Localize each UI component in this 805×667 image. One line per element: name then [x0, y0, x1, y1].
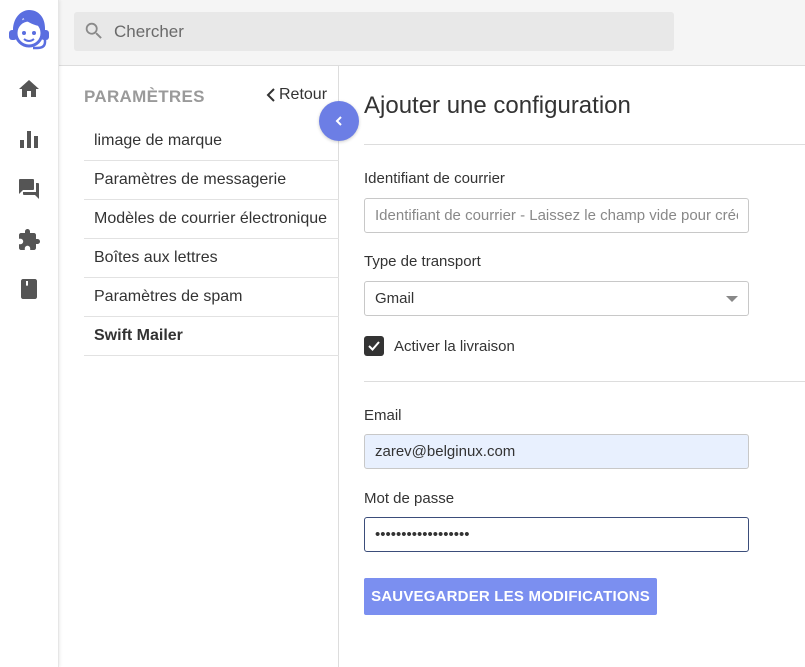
nav-rail — [0, 0, 59, 667]
sidebar-item-swift-mailer[interactable]: Swift Mailer — [84, 317, 339, 356]
mail-id-label: Identifiant de courrier — [364, 170, 505, 187]
sidebar-title: PARAMÈTRES — [84, 87, 205, 106]
divider — [364, 381, 805, 382]
save-button[interactable]: SAUVEGARDER LES MODIFICATIONS — [364, 578, 657, 615]
email-input[interactable] — [364, 434, 749, 469]
sidebar-item-email-templates[interactable]: Modèles de courrier électronique — [84, 200, 339, 239]
password-input[interactable] — [364, 517, 749, 552]
collapse-sidebar-button[interactable] — [319, 101, 359, 141]
transport-select[interactable]: Gmail — [364, 281, 749, 316]
chevron-left-icon — [335, 116, 342, 126]
checkmark-icon — [368, 341, 380, 351]
settings-sidebar: PARAMÈTRES Retour limage de marque Param… — [59, 66, 339, 667]
home-icon[interactable] — [17, 77, 41, 101]
back-label: Retour — [279, 86, 328, 103]
transport-value: Gmail — [375, 290, 415, 307]
top-bar — [59, 0, 805, 66]
sidebar-item-branding[interactable]: limage de marque — [84, 122, 339, 161]
divider — [364, 144, 805, 145]
search-icon — [85, 22, 102, 39]
chevron-left-icon — [266, 88, 275, 102]
search-input[interactable] — [114, 12, 664, 51]
mail-id-input[interactable] — [364, 198, 749, 233]
puzzle-icon[interactable] — [17, 228, 41, 252]
delivery-checkbox[interactable] — [364, 336, 384, 356]
sidebar-item-mailboxes[interactable]: Boîtes aux lettres — [84, 239, 339, 278]
dropdown-arrow-icon — [726, 296, 738, 302]
sidebar-item-mail-settings[interactable]: Paramètres de messagerie — [84, 161, 339, 200]
main-content: Ajouter une configuration Identifiant de… — [340, 66, 805, 667]
back-link[interactable]: Retour — [266, 86, 327, 104]
sidebar-item-spam-settings[interactable]: Paramètres de spam — [84, 278, 339, 317]
password-label: Mot de passe — [364, 490, 455, 507]
transport-label: Type de transport — [364, 253, 481, 270]
page-title: Ajouter une configuration — [364, 92, 631, 119]
support-agent-logo-icon[interactable] — [5, 6, 53, 54]
bar-chart-icon[interactable] — [17, 127, 41, 151]
search-box[interactable] — [74, 12, 674, 51]
delivery-label: Activer la livraison — [394, 338, 515, 355]
settings-menu: limage de marque Paramètres de messageri… — [84, 122, 339, 356]
email-label: Email — [364, 407, 402, 424]
book-icon[interactable] — [17, 277, 41, 301]
chat-icon[interactable] — [17, 177, 41, 201]
